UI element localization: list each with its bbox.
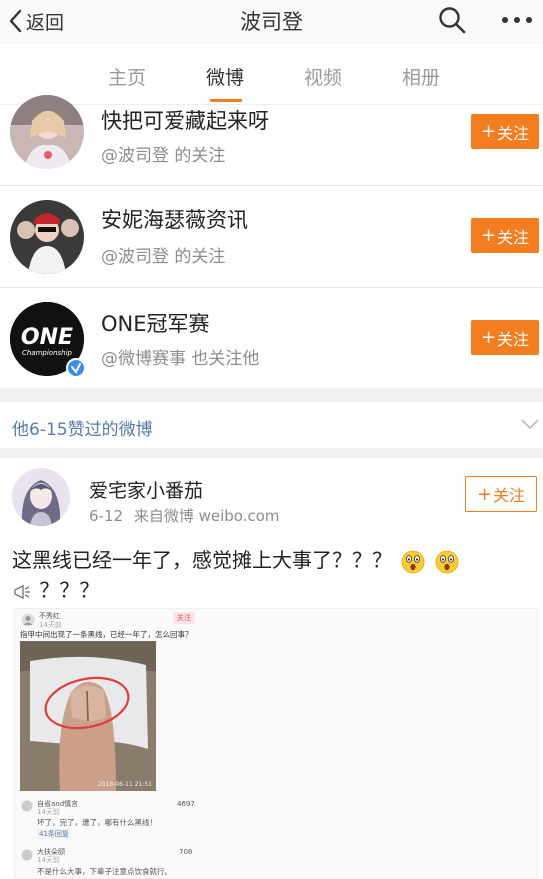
liked-posts-header[interactable]: 他6-15赞过的微博: [0, 402, 543, 449]
followee-relation: @波司登 的关注: [101, 247, 226, 267]
followee-name[interactable]: ONE冠军赛: [101, 308, 210, 338]
search-icon: [439, 7, 466, 34]
thumb-photo: 2018-06-11 21:51: [20, 641, 156, 791]
megaphone-icon: [14, 584, 30, 599]
comment-likes: 4697: [177, 800, 195, 808]
tab-weibo[interactable]: 微博: [206, 63, 244, 90]
post-text: ？？？: [12, 574, 99, 603]
comment-text: 坏了，完了，遭了，哪有什么黑线！: [37, 818, 157, 827]
tab-video[interactable]: 视频: [304, 63, 342, 90]
avatar: [10, 200, 84, 274]
follow-button[interactable]: + 关注: [471, 218, 539, 253]
follow-list-item[interactable]: ONE Championship ONE冠军赛 @微博赛事 也关注他 + 关注: [0, 288, 543, 388]
comment-likes: 708: [179, 848, 193, 856]
photo-date: 2018-06-11 21:51: [97, 781, 152, 788]
more-dots-icon: [502, 17, 532, 23]
followee-relation: @微博赛事 也关注他: [101, 349, 260, 369]
logo-subtext: Championship: [22, 349, 73, 357]
follow-button-label: 关注: [497, 123, 530, 143]
follow-button-label: 关注: [497, 227, 530, 247]
comment-time: 14天前: [37, 808, 60, 816]
comment-time: 14天前: [37, 856, 60, 864]
avatar[interactable]: [12, 468, 70, 526]
tab-home[interactable]: 主页: [108, 63, 146, 90]
follow-list-item[interactable]: 快把可爱藏起来呀 @波司登 的关注 + 关注: [0, 95, 543, 186]
avatar: [21, 613, 35, 627]
post-text-line: ？？？: [39, 578, 100, 602]
embedded-follow: 关注: [173, 612, 195, 624]
follow-button[interactable]: + 关注: [465, 476, 537, 512]
weibo-post: 爱宅家小番茄 6-12 来自微博 weibo.com + 关注 这黑线已经一年了…: [0, 458, 543, 879]
follow-button-label: 关注: [493, 486, 526, 505]
verified-badge-icon: [66, 358, 86, 378]
section-title: 他6-15赞过的微博: [12, 420, 153, 440]
follow-list-item[interactable]: 安妮海瑟薇资讯 @波司登 的关注 + 关注: [0, 186, 543, 288]
more-button[interactable]: [500, 10, 534, 30]
post-source: 来自微博 weibo.com: [133, 507, 280, 525]
post-text: 这黑线已经一年了，感觉摊上大事了？？？: [12, 544, 459, 574]
plus-icon: +: [480, 121, 497, 142]
avatar: [21, 800, 33, 812]
post-image[interactable]: 不秀红 14天前 关注 指甲中间出现了一条黑线，已经一年了，怎么回事？ 2018…: [14, 608, 538, 879]
embedded-question: 指甲中间出现了一条黑线，已经一年了，怎么回事？: [20, 630, 193, 639]
plus-icon: +: [480, 327, 497, 348]
comment-replies: 41条回复: [37, 829, 71, 839]
plus-icon: +: [480, 225, 497, 246]
follow-button[interactable]: + 关注: [471, 114, 539, 149]
followee-name[interactable]: 安妮海瑟薇资讯: [101, 204, 248, 234]
post-author[interactable]: 爱宅家小番茄: [89, 476, 203, 503]
post-date: 6-12: [89, 507, 124, 525]
comment-text: 不是什么大事，下辈子注意点饮食就行。: [37, 867, 172, 876]
follow-button-label: 关注: [497, 329, 530, 349]
top-bar: 返回 波司登: [0, 0, 543, 44]
post-meta: 6-12 来自微博 weibo.com: [89, 505, 280, 526]
tab-album[interactable]: 相册: [402, 63, 440, 90]
profile-tabs: 主页 微博 视频 相册: [0, 44, 543, 105]
active-tab-indicator: [210, 99, 242, 102]
followee-relation: @波司登 的关注: [101, 146, 226, 166]
shocked-face-icon: [401, 550, 425, 573]
shocked-face-icon: [435, 550, 459, 573]
followee-name[interactable]: 快把可爱藏起来呀: [101, 105, 269, 135]
avatar: [10, 95, 84, 169]
avatar: [21, 849, 33, 861]
follow-button[interactable]: + 关注: [471, 320, 539, 355]
plus-icon: +: [476, 483, 493, 505]
post-text-line: 这黑线已经一年了，感觉摊上大事了？？？: [12, 548, 392, 572]
section-divider: [0, 388, 543, 402]
chevron-down-icon[interactable]: [520, 417, 540, 431]
logo-text: ONE: [21, 325, 73, 350]
section-divider: [0, 448, 543, 458]
search-button[interactable]: [437, 5, 467, 35]
